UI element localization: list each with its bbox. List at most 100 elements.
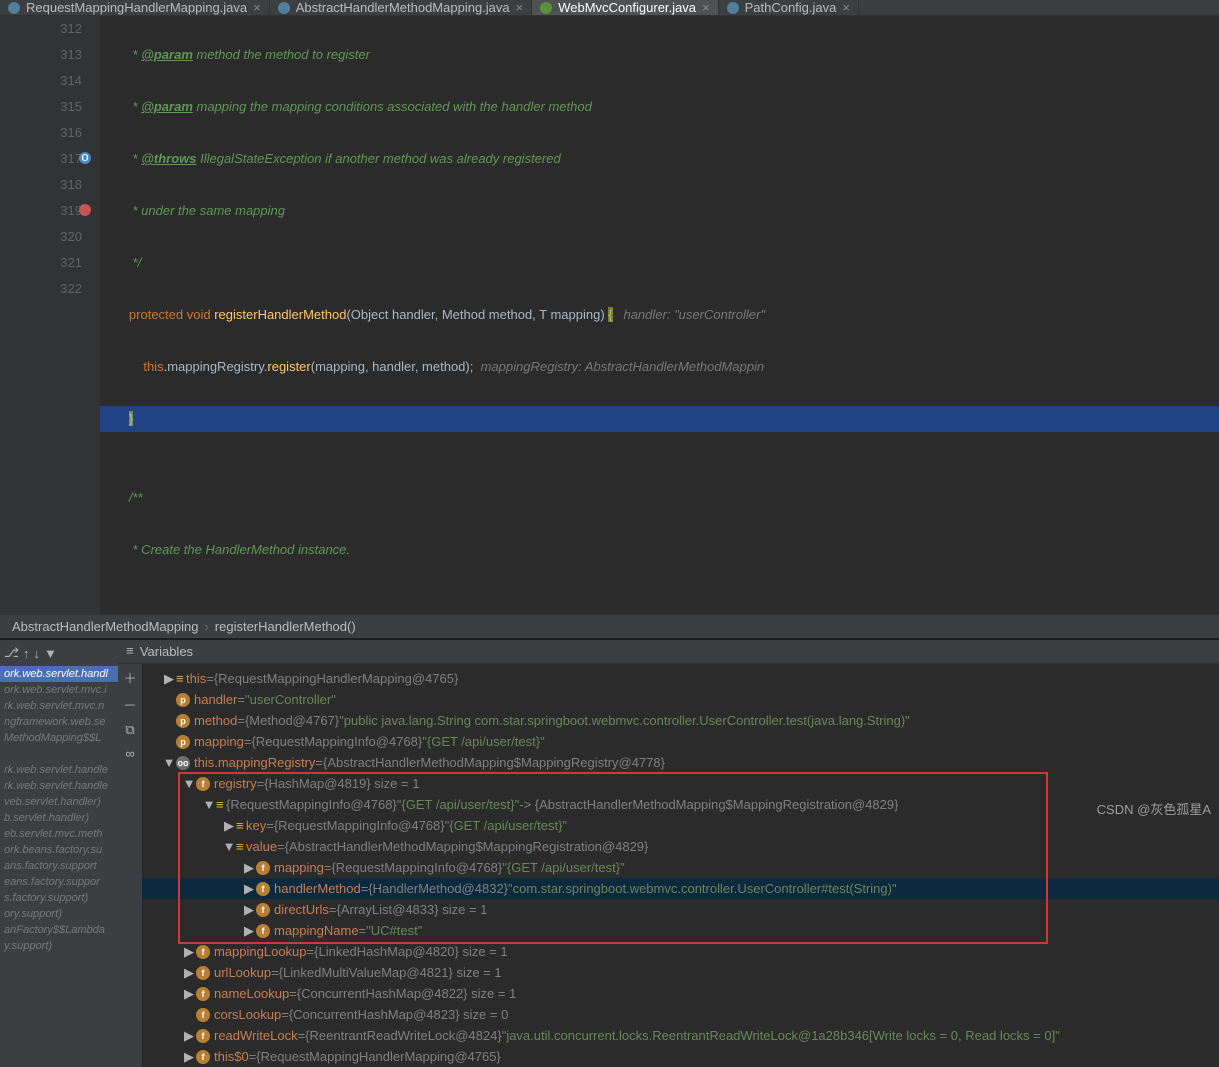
frame-item[interactable]: ngframework.web.se (0, 714, 118, 730)
expand-icon[interactable]: ▶ (242, 923, 256, 939)
frame-item[interactable]: ork.beans.factory.su (0, 842, 118, 858)
close-icon[interactable]: × (702, 0, 710, 15)
expand-icon[interactable]: ▶ (242, 860, 256, 876)
frame-item[interactable] (0, 746, 118, 762)
variable-value: {LinkedHashMap@4820} size = 1 (314, 944, 508, 959)
variable-row[interactable]: ▶ this = {RequestMappingHandlerMapping@4… (142, 668, 1219, 689)
breadcrumb[interactable]: AbstractHandlerMethodMapping›registerHan… (0, 615, 1219, 638)
prev-frame-icon[interactable]: ↑ (23, 646, 30, 661)
variable-row[interactable]: ▼ {RequestMappingInfo@4768} "{GET /api/u… (142, 794, 1219, 815)
close-icon[interactable]: × (516, 0, 524, 15)
expand-icon[interactable]: ▶ (182, 1049, 196, 1065)
frame-item[interactable]: eb.servlet.mvc.meth (0, 826, 118, 842)
field-icon: f (256, 882, 270, 896)
frame-item[interactable]: ork.web.servlet.mvc.i (0, 682, 118, 698)
variable-row[interactable]: pmapping = {RequestMappingInfo@4768} "{G… (142, 731, 1219, 752)
variable-row[interactable]: ▶fmappingName = "UC#test" (142, 920, 1219, 941)
field-icon: f (196, 966, 210, 980)
param-icon: p (176, 693, 190, 707)
expand-icon[interactable]: ▶ (182, 1028, 196, 1044)
menu-icon[interactable]: ≡ (126, 644, 134, 659)
variable-name: mappingName (274, 923, 359, 938)
variable-name: readWriteLock (214, 1028, 298, 1043)
frame-item[interactable]: anFactory$$Lambda (0, 922, 118, 938)
frame-item[interactable]: MethodMapping$$L (0, 730, 118, 746)
variable-name: handler (194, 692, 237, 707)
frame-item[interactable]: ans.factory.support (0, 858, 118, 874)
expand-icon[interactable]: ▶ (222, 818, 236, 834)
variable-row[interactable]: ▶fhandlerMethod = {HandlerMethod@4832} "… (142, 878, 1219, 899)
frame-item[interactable]: veb.servlet.handler) (0, 794, 118, 810)
expand-icon[interactable]: ▼ (222, 839, 236, 854)
variable-string: "com.star.springboot.webmvc.controller.U… (508, 881, 897, 896)
expand-icon[interactable]: ▶ (182, 944, 196, 960)
close-icon[interactable]: × (253, 0, 261, 15)
variable-row[interactable]: ▶ key = {RequestMappingInfo@4768} "{GET … (142, 815, 1219, 836)
variable-row[interactable]: ▶fdirectUrls = {ArrayList@4833} size = 1 (142, 899, 1219, 920)
variable-row[interactable]: ▶fthis$0 = {RequestMappingHandlerMapping… (142, 1046, 1219, 1067)
expand-icon[interactable]: ▼ (202, 797, 216, 812)
variables-title: Variables (140, 644, 193, 659)
frame-item[interactable]: ork.web.servlet.handl (0, 666, 118, 682)
variable-row[interactable]: pmethod = {Method@4767} "public java.lan… (142, 710, 1219, 731)
tab-0[interactable]: RequestMappingHandlerMapping.java× (0, 0, 270, 15)
expand-icon[interactable]: ▶ (242, 881, 256, 897)
tab-1[interactable]: AbstractHandlerMethodMapping.java× (270, 0, 533, 15)
frame-item[interactable]: rk.web.servlet.mvc.n (0, 698, 118, 714)
copy-icon[interactable]: ⧉ (125, 722, 134, 738)
remove-watch-icon[interactable]: － (123, 695, 136, 714)
crumb-method[interactable]: registerHandlerMethod() (215, 619, 356, 634)
frames-panel[interactable]: ⎇ ↑ ↓ ▼ ork.web.servlet.handlork.web.ser… (0, 640, 118, 1067)
frame-item[interactable]: rk.web.servlet.handle (0, 778, 118, 794)
variable-row[interactable]: ▶freadWriteLock = {ReentrantReadWriteLoc… (142, 1025, 1219, 1046)
variable-row[interactable]: ▼oothis.mappingRegistry = {AbstractHandl… (142, 752, 1219, 773)
param-icon: p (176, 735, 190, 749)
filter-icon[interactable]: ▼ (44, 646, 57, 661)
variable-row[interactable]: ▼ value = {AbstractHandlerMethodMapping$… (142, 836, 1219, 857)
thread-selector-icon[interactable]: ⎇ (4, 645, 19, 661)
variables-tree[interactable]: ▶ this = {RequestMappingHandlerMapping@4… (142, 664, 1219, 1067)
field-icon: f (196, 1008, 210, 1022)
next-frame-icon[interactable]: ↓ (33, 646, 40, 661)
variable-value: {ConcurrentHashMap@4822} size = 1 (297, 986, 517, 1001)
code-area[interactable]: * @param method the method to register *… (100, 16, 1219, 615)
variable-value: {AbstractHandlerMethodMapping$MappingReg… (285, 839, 649, 854)
variable-row[interactable]: ▶fmappingLookup = {LinkedHashMap@4820} s… (142, 941, 1219, 962)
variable-row[interactable]: ▶fmapping = {RequestMappingInfo@4768} "{… (142, 857, 1219, 878)
frame-item[interactable]: y.support) (0, 938, 118, 954)
variable-value: {RequestMappingInfo@4768} (251, 734, 422, 749)
variable-row[interactable]: ▼fregistry = {HashMap@4819} size = 1 (142, 773, 1219, 794)
field-icon: f (196, 945, 210, 959)
frame-item[interactable]: eans.factory.suppor (0, 874, 118, 890)
variable-string: "{GET /api/user/test}" (397, 797, 519, 812)
expand-icon[interactable]: ▶ (182, 965, 196, 981)
crumb-class[interactable]: AbstractHandlerMethodMapping (12, 619, 198, 634)
code-editor[interactable]: 312 313 314 315 316 317 318 319 320 321 … (0, 16, 1219, 615)
link-icon[interactable]: ∞ (125, 746, 134, 761)
tab-2[interactable]: WebMvcConfigurer.java× (532, 0, 718, 15)
field-icon: f (256, 924, 270, 938)
variable-row[interactable]: ▶fnameLookup = {ConcurrentHashMap@4822} … (142, 983, 1219, 1004)
tab-3[interactable]: PathConfig.java× (719, 0, 859, 15)
variable-name: directUrls (274, 902, 329, 917)
override-icon[interactable]: o (78, 151, 92, 165)
expand-icon[interactable]: ▶ (242, 902, 256, 918)
frame-item[interactable]: ory.support) (0, 906, 118, 922)
add-watch-icon[interactable]: ＋ (123, 668, 136, 687)
variable-row[interactable]: phandler = "userController" (142, 689, 1219, 710)
expand-icon[interactable]: ▶ (182, 986, 196, 1002)
variable-name: value (246, 839, 277, 854)
frame-item[interactable]: rk.web.servlet.handle (0, 762, 118, 778)
variable-row[interactable]: ▶furlLookup = {LinkedMultiValueMap@4821}… (142, 962, 1219, 983)
field-icon: f (256, 903, 270, 917)
frame-item[interactable]: s.factory.support) (0, 890, 118, 906)
breakpoint-icon[interactable] (78, 203, 92, 217)
expand-icon[interactable]: ▼ (162, 755, 176, 770)
variable-string: "userController" (245, 692, 336, 707)
variable-row[interactable]: fcorsLookup = {ConcurrentHashMap@4823} s… (142, 1004, 1219, 1025)
variable-name: urlLookup (214, 965, 271, 980)
field-icon: f (196, 987, 210, 1001)
expand-icon[interactable]: ▶ (162, 671, 176, 687)
close-icon[interactable]: × (842, 0, 850, 15)
expand-icon[interactable]: ▼ (182, 776, 196, 791)
